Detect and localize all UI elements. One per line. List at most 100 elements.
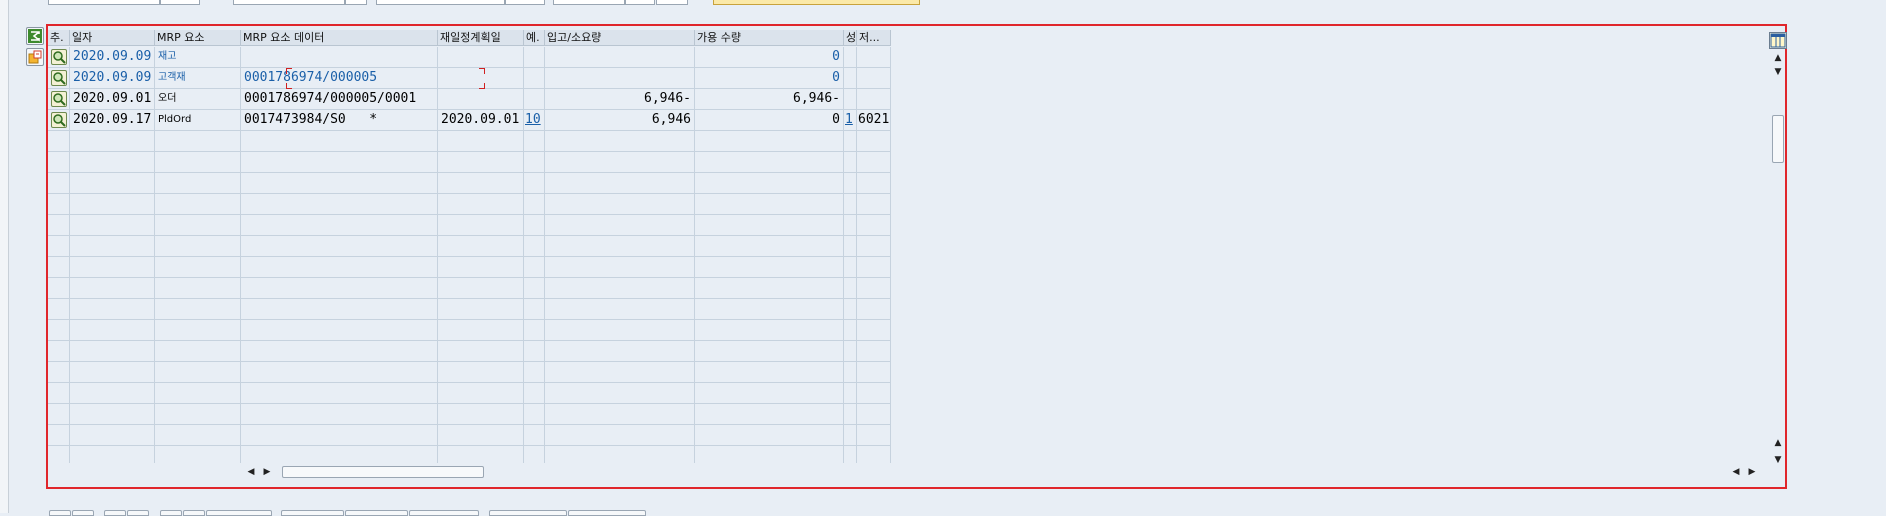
reschedule-date-cell[interactable] bbox=[438, 89, 524, 110]
table-row[interactable]: 2020.09.09 고객재 0001786974/000005 0 bbox=[48, 68, 891, 89]
top-field-2-button[interactable] bbox=[345, 0, 367, 5]
available-quantity-cell[interactable]: 0 bbox=[695, 110, 844, 131]
col-header-reschedule-date[interactable]: 재일정계획일 bbox=[438, 30, 524, 46]
bottom-button-1[interactable] bbox=[49, 510, 71, 516]
details-icon bbox=[28, 50, 42, 64]
available-quantity-cell[interactable]: 0 bbox=[695, 68, 844, 89]
magnifier-icon[interactable] bbox=[51, 49, 67, 65]
date-cell[interactable]: 2020.09.09 bbox=[70, 68, 155, 89]
scroll-bottom-icon[interactable]: ▼ bbox=[1770, 452, 1786, 468]
top-field-3-button[interactable] bbox=[505, 0, 545, 5]
table-row[interactable]: 2020.09.01 오더 0001786974/000005/0001 6,9… bbox=[48, 89, 891, 110]
exception-cell[interactable] bbox=[524, 68, 545, 89]
row-icon-cell[interactable] bbox=[48, 68, 70, 89]
available-quantity-cell[interactable]: 6,946- bbox=[695, 89, 844, 110]
top-field-1[interactable] bbox=[48, 0, 160, 5]
magnifier-icon[interactable] bbox=[51, 70, 67, 86]
sum-button[interactable] bbox=[26, 27, 44, 45]
col-header-mrp-element[interactable]: MRP 요소 bbox=[155, 30, 241, 46]
col-header-flag[interactable]: 추. bbox=[48, 30, 70, 46]
status-cell[interactable] bbox=[844, 68, 857, 89]
mrp-grid: 추. 일자 MRP 요소 MRP 요소 데이터 재일정계획일 예. 입고/소요량… bbox=[46, 24, 1787, 489]
receipt-requirement-cell[interactable]: 6,946 bbox=[545, 110, 695, 131]
row-icon-cell[interactable] bbox=[48, 89, 70, 110]
mrp-element-data-cell[interactable]: 0001786974/000005/0001 bbox=[241, 89, 438, 110]
bottom-button-12[interactable] bbox=[568, 510, 646, 516]
col-header-exception[interactable]: 예. bbox=[524, 30, 545, 46]
table-row[interactable]: 2020.09.09 재고 0 bbox=[48, 47, 891, 68]
bottom-button-5[interactable] bbox=[160, 510, 182, 516]
receipt-requirement-cell[interactable] bbox=[545, 68, 695, 89]
vertical-scrollbar[interactable]: ▲ ▼ ▲ ▼ bbox=[1770, 50, 1786, 468]
bottom-button-8[interactable] bbox=[281, 510, 344, 516]
receipt-requirement-cell[interactable] bbox=[545, 47, 695, 68]
bottom-button-6[interactable] bbox=[183, 510, 205, 516]
magnifier-icon[interactable] bbox=[51, 91, 67, 107]
status-cell[interactable] bbox=[844, 89, 857, 110]
bottom-button-4[interactable] bbox=[127, 510, 149, 516]
layout-button[interactable] bbox=[1769, 32, 1787, 49]
receipt-requirement-cell[interactable]: 6,946- bbox=[545, 89, 695, 110]
col-header-date[interactable]: 일자 bbox=[70, 30, 155, 46]
top-field-2[interactable] bbox=[233, 0, 345, 5]
top-field-5-button[interactable] bbox=[656, 0, 688, 5]
bottom-button-7[interactable] bbox=[206, 510, 272, 516]
date-cell[interactable]: 2020.09.09 bbox=[70, 47, 155, 68]
horizontal-scroll-thumb[interactable] bbox=[282, 466, 484, 478]
storage-cell[interactable] bbox=[857, 89, 891, 110]
col-header-mrp-element-data[interactable]: MRP 요소 데이터 bbox=[241, 30, 438, 46]
bottom-button-10[interactable] bbox=[409, 510, 479, 516]
mrp-element-data-cell[interactable] bbox=[241, 47, 438, 68]
bottom-button-9[interactable] bbox=[345, 510, 408, 516]
scroll-up-icon[interactable]: ▼ bbox=[1770, 64, 1786, 80]
vertical-scroll-thumb[interactable] bbox=[1772, 115, 1784, 163]
bottom-button-2[interactable] bbox=[72, 510, 94, 516]
layout-icon bbox=[1770, 33, 1786, 48]
col-header-available-quantity[interactable]: 가용 수량 bbox=[695, 30, 844, 46]
col-header-storage[interactable]: 저... bbox=[857, 30, 891, 46]
date-cell[interactable]: 2020.09.17 bbox=[70, 110, 155, 131]
mrp-element-data-cell[interactable]: 0017473984/S0 * bbox=[241, 110, 438, 131]
row-icon-cell[interactable] bbox=[48, 110, 70, 131]
status-link[interactable]: 1 bbox=[844, 110, 857, 131]
status-cell[interactable] bbox=[844, 47, 857, 68]
exception-link[interactable]: 10 bbox=[524, 110, 545, 131]
top-field-4[interactable] bbox=[553, 0, 625, 5]
storage-cell[interactable]: 6021 bbox=[857, 110, 891, 131]
top-field-3[interactable] bbox=[376, 0, 505, 5]
scroll-left-icon[interactable]: ◀ bbox=[244, 464, 258, 480]
mrp-element-cell[interactable]: 오더 bbox=[155, 89, 241, 110]
grid-lines bbox=[69, 131, 891, 463]
details-button[interactable] bbox=[26, 48, 44, 66]
col-header-receipt-requirement[interactable]: 입고/소요량 bbox=[545, 30, 695, 46]
exception-cell[interactable] bbox=[524, 89, 545, 110]
row-icon-cell[interactable] bbox=[48, 47, 70, 68]
storage-cell[interactable] bbox=[857, 68, 891, 89]
storage-cell[interactable] bbox=[857, 47, 891, 68]
mrp-element-cell[interactable]: 고객재 bbox=[155, 68, 241, 89]
table-row[interactable]: 2020.09.17 PldOrd 0017473984/S0 * 2020.0… bbox=[48, 110, 891, 131]
left-strip bbox=[0, 0, 8, 513]
magnifier-icon[interactable] bbox=[51, 112, 67, 128]
top-field-1-button[interactable] bbox=[160, 0, 200, 5]
bottom-button-3[interactable] bbox=[104, 510, 126, 516]
reschedule-date-cell[interactable]: 2020.09.01 bbox=[438, 110, 524, 131]
available-quantity-cell[interactable]: 0 bbox=[695, 47, 844, 68]
scroll-down-icon[interactable]: ▲ bbox=[1770, 435, 1786, 451]
reschedule-date-cell[interactable] bbox=[438, 68, 524, 89]
scroll-far-left-icon[interactable]: ◀ bbox=[1729, 464, 1743, 480]
top-accent-button[interactable] bbox=[713, 0, 920, 5]
col-header-status[interactable]: 성 bbox=[844, 30, 857, 46]
scroll-right-icon[interactable]: ▶ bbox=[260, 464, 274, 480]
left-divider bbox=[8, 0, 9, 513]
scroll-far-right-icon[interactable]: ▶ bbox=[1745, 464, 1759, 480]
date-cell[interactable]: 2020.09.01 bbox=[70, 89, 155, 110]
horizontal-scrollbar[interactable]: ◀ ▶ bbox=[244, 464, 484, 480]
top-field-4-button[interactable] bbox=[625, 0, 655, 5]
reschedule-date-cell[interactable] bbox=[438, 47, 524, 68]
mrp-element-data-cell[interactable]: 0001786974/000005 bbox=[241, 68, 438, 89]
bottom-button-11[interactable] bbox=[489, 510, 567, 516]
mrp-element-cell[interactable]: PldOrd bbox=[155, 110, 241, 131]
exception-cell[interactable] bbox=[524, 47, 545, 68]
mrp-element-cell[interactable]: 재고 bbox=[155, 47, 241, 68]
